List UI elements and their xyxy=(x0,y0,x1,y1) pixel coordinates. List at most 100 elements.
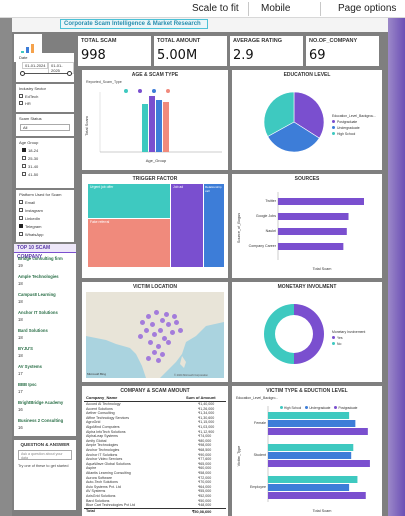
table-total-value: ₹50,08,600 xyxy=(192,510,212,514)
age-bar[interactable] xyxy=(156,100,162,152)
victim-edu-bar[interactable] xyxy=(268,420,356,427)
top10-company-name[interactable]: Business 2 Consulting xyxy=(18,418,63,423)
map-bubble[interactable] xyxy=(156,358,161,363)
legend-title: Monetary Involvement xyxy=(332,330,366,334)
slicer-option[interactable]: 18-24 xyxy=(22,148,38,153)
donut-slice xyxy=(264,304,294,364)
page-options-button[interactable]: Page options xyxy=(338,3,396,14)
victim-edu-bar[interactable] xyxy=(268,484,350,491)
map-bubble[interactable] xyxy=(154,310,159,315)
kpi-label: TOTAL AMOUNT xyxy=(157,38,201,44)
top10-company-name[interactable]: Bard Solutions xyxy=(18,328,48,333)
age-bar[interactable] xyxy=(149,96,155,152)
slicer-option[interactable]: LinkedIn xyxy=(19,216,40,221)
treemap-cell[interactable]: Urgent job offer xyxy=(88,184,170,218)
treemap-cell[interactable]: Relationship call xyxy=(204,184,224,267)
map-bubble[interactable] xyxy=(158,328,163,333)
source-bar[interactable] xyxy=(278,198,364,205)
date-start-field[interactable]: 01-01-2024 xyxy=(22,62,49,69)
date-slider-end-handle[interactable] xyxy=(67,71,72,76)
sources-chart: SOURCES Twitter Google Jobs Naukri Company … xyxy=(232,174,382,278)
kpi-label: TOTAL SCAM xyxy=(81,38,117,44)
mobile-button[interactable]: Mobile xyxy=(261,3,290,14)
victim-edu-bar[interactable] xyxy=(268,452,352,459)
victim-edu-bar[interactable] xyxy=(268,444,354,451)
map-bubble[interactable] xyxy=(152,332,157,337)
top10-company-count: 18 xyxy=(18,317,23,322)
date-slider-track[interactable] xyxy=(22,73,70,74)
map-bubble[interactable] xyxy=(170,330,175,335)
industry-sector-slicer[interactable]: Industry Sector EdTech HR xyxy=(16,84,74,112)
slicer-option[interactable]: HR xyxy=(19,101,31,106)
slicer-option[interactable]: Email xyxy=(19,200,35,205)
map-bubble[interactable] xyxy=(164,312,169,317)
date-slider-start-handle[interactable] xyxy=(20,71,25,76)
slicer-option[interactable]: WhatsApp xyxy=(19,232,43,237)
top10-company-name[interactable]: Anchor IT Solutions xyxy=(18,310,58,315)
source-label: Google Jobs xyxy=(256,214,276,218)
table-header-company[interactable]: Company_Name xyxy=(86,395,117,400)
top10-company-name[interactable]: Bridge consulting firm xyxy=(18,256,63,261)
map-bubble[interactable] xyxy=(152,350,157,355)
map-bubble[interactable] xyxy=(156,344,161,349)
map-bubble[interactable] xyxy=(178,328,183,333)
map-bubble[interactable] xyxy=(166,340,171,345)
age-bar[interactable] xyxy=(142,104,148,152)
map-bubble[interactable] xyxy=(138,334,143,339)
monetary-donut-svg xyxy=(264,304,324,364)
scam-status-dropdown[interactable]: All xyxy=(20,124,70,131)
top10-company-name[interactable]: Campus8 Learning xyxy=(18,292,56,297)
slicer-option[interactable]: 25-30 xyxy=(22,156,38,161)
slicer-option[interactable]: 41-50 xyxy=(22,172,38,177)
victim-edu-bar[interactable] xyxy=(268,492,366,499)
map-bubble[interactable] xyxy=(172,314,177,319)
top10-company-name[interactable]: Ample Technologies xyxy=(18,274,59,279)
slicer-option[interactable]: Telegram xyxy=(19,224,41,229)
group-label: Student xyxy=(254,453,266,457)
top10-company-name[interactable]: BBB Ipsc xyxy=(18,382,37,387)
slicer-option[interactable]: EdTech xyxy=(19,94,38,99)
company-scam-amount-table[interactable]: COMPANY & SCAM AMOUNT Company_Name Sum o… xyxy=(82,386,228,516)
toolbar-divider xyxy=(248,2,249,16)
map-bubble[interactable] xyxy=(150,322,155,327)
map-bubble[interactable] xyxy=(144,328,149,333)
map-bubble[interactable] xyxy=(148,340,153,345)
victim-edu-bar[interactable] xyxy=(268,412,350,419)
map-bubble[interactable] xyxy=(166,322,171,327)
map-copyright: © 2024 Microsoft Corporation xyxy=(174,374,208,377)
victim-type-education-chart: VICTIM TYPE & EDUCTION LEVEL Education_L… xyxy=(232,386,382,516)
victim-edu-bar[interactable] xyxy=(268,460,370,467)
slicer-option[interactable]: 31-40 xyxy=(22,164,38,169)
map-bubble[interactable] xyxy=(146,314,151,319)
scam-status-slicer[interactable]: Scam Status All xyxy=(16,114,74,136)
victim-location-map[interactable]: VICTIM LOCATION Microsoft Bing © 2024 Mi… xyxy=(82,282,228,382)
treemap-cell[interactable]: Job ad xyxy=(171,184,203,267)
y-axis-label: Victim_Type xyxy=(237,446,241,467)
map-bubble[interactable] xyxy=(146,356,151,361)
date-slicer[interactable]: Date 01-01-2024 01-01-2025 xyxy=(16,53,74,82)
map-bubble[interactable] xyxy=(174,320,179,325)
top10-company-name[interactable]: AV Systems xyxy=(18,364,42,369)
victim-edu-bar[interactable] xyxy=(268,476,358,483)
education-level-chart: EDUCATION LEVEL Education_Level_Backgrou… xyxy=(232,70,382,170)
age-group-slicer[interactable]: Age Group 18-24 25-30 31-40 41-50 xyxy=(16,138,74,188)
qa-hint: Try one of these to get started xyxy=(18,464,69,468)
qa-input[interactable]: Ask a question about your data xyxy=(18,450,72,460)
source-bar[interactable] xyxy=(278,243,344,250)
age-bar[interactable] xyxy=(163,102,169,152)
table-header-amount[interactable]: Sum of Amount xyxy=(186,395,216,400)
map-bubble[interactable] xyxy=(160,318,165,323)
source-bar[interactable] xyxy=(278,228,347,235)
slicer-option[interactable]: Instagram xyxy=(19,208,43,213)
slicer-title: Date xyxy=(19,55,28,60)
chart-title: TRIGGER FACTOR xyxy=(132,176,178,182)
top10-company-name[interactable]: BrightBridge Academy xyxy=(18,400,63,405)
map-bubble[interactable] xyxy=(140,320,145,325)
source-bar[interactable] xyxy=(278,213,349,220)
treemap-cell[interactable]: Fake referral xyxy=(88,219,170,267)
victim-edu-bar[interactable] xyxy=(268,428,368,435)
scale-to-fit-button[interactable]: Scale to fit xyxy=(192,3,239,14)
platform-slicer[interactable]: Platform Used for Scam Email Instagram L… xyxy=(16,190,74,242)
map-bubble[interactable] xyxy=(160,352,165,357)
top10-company-name[interactable]: BYJU'S xyxy=(18,346,33,351)
